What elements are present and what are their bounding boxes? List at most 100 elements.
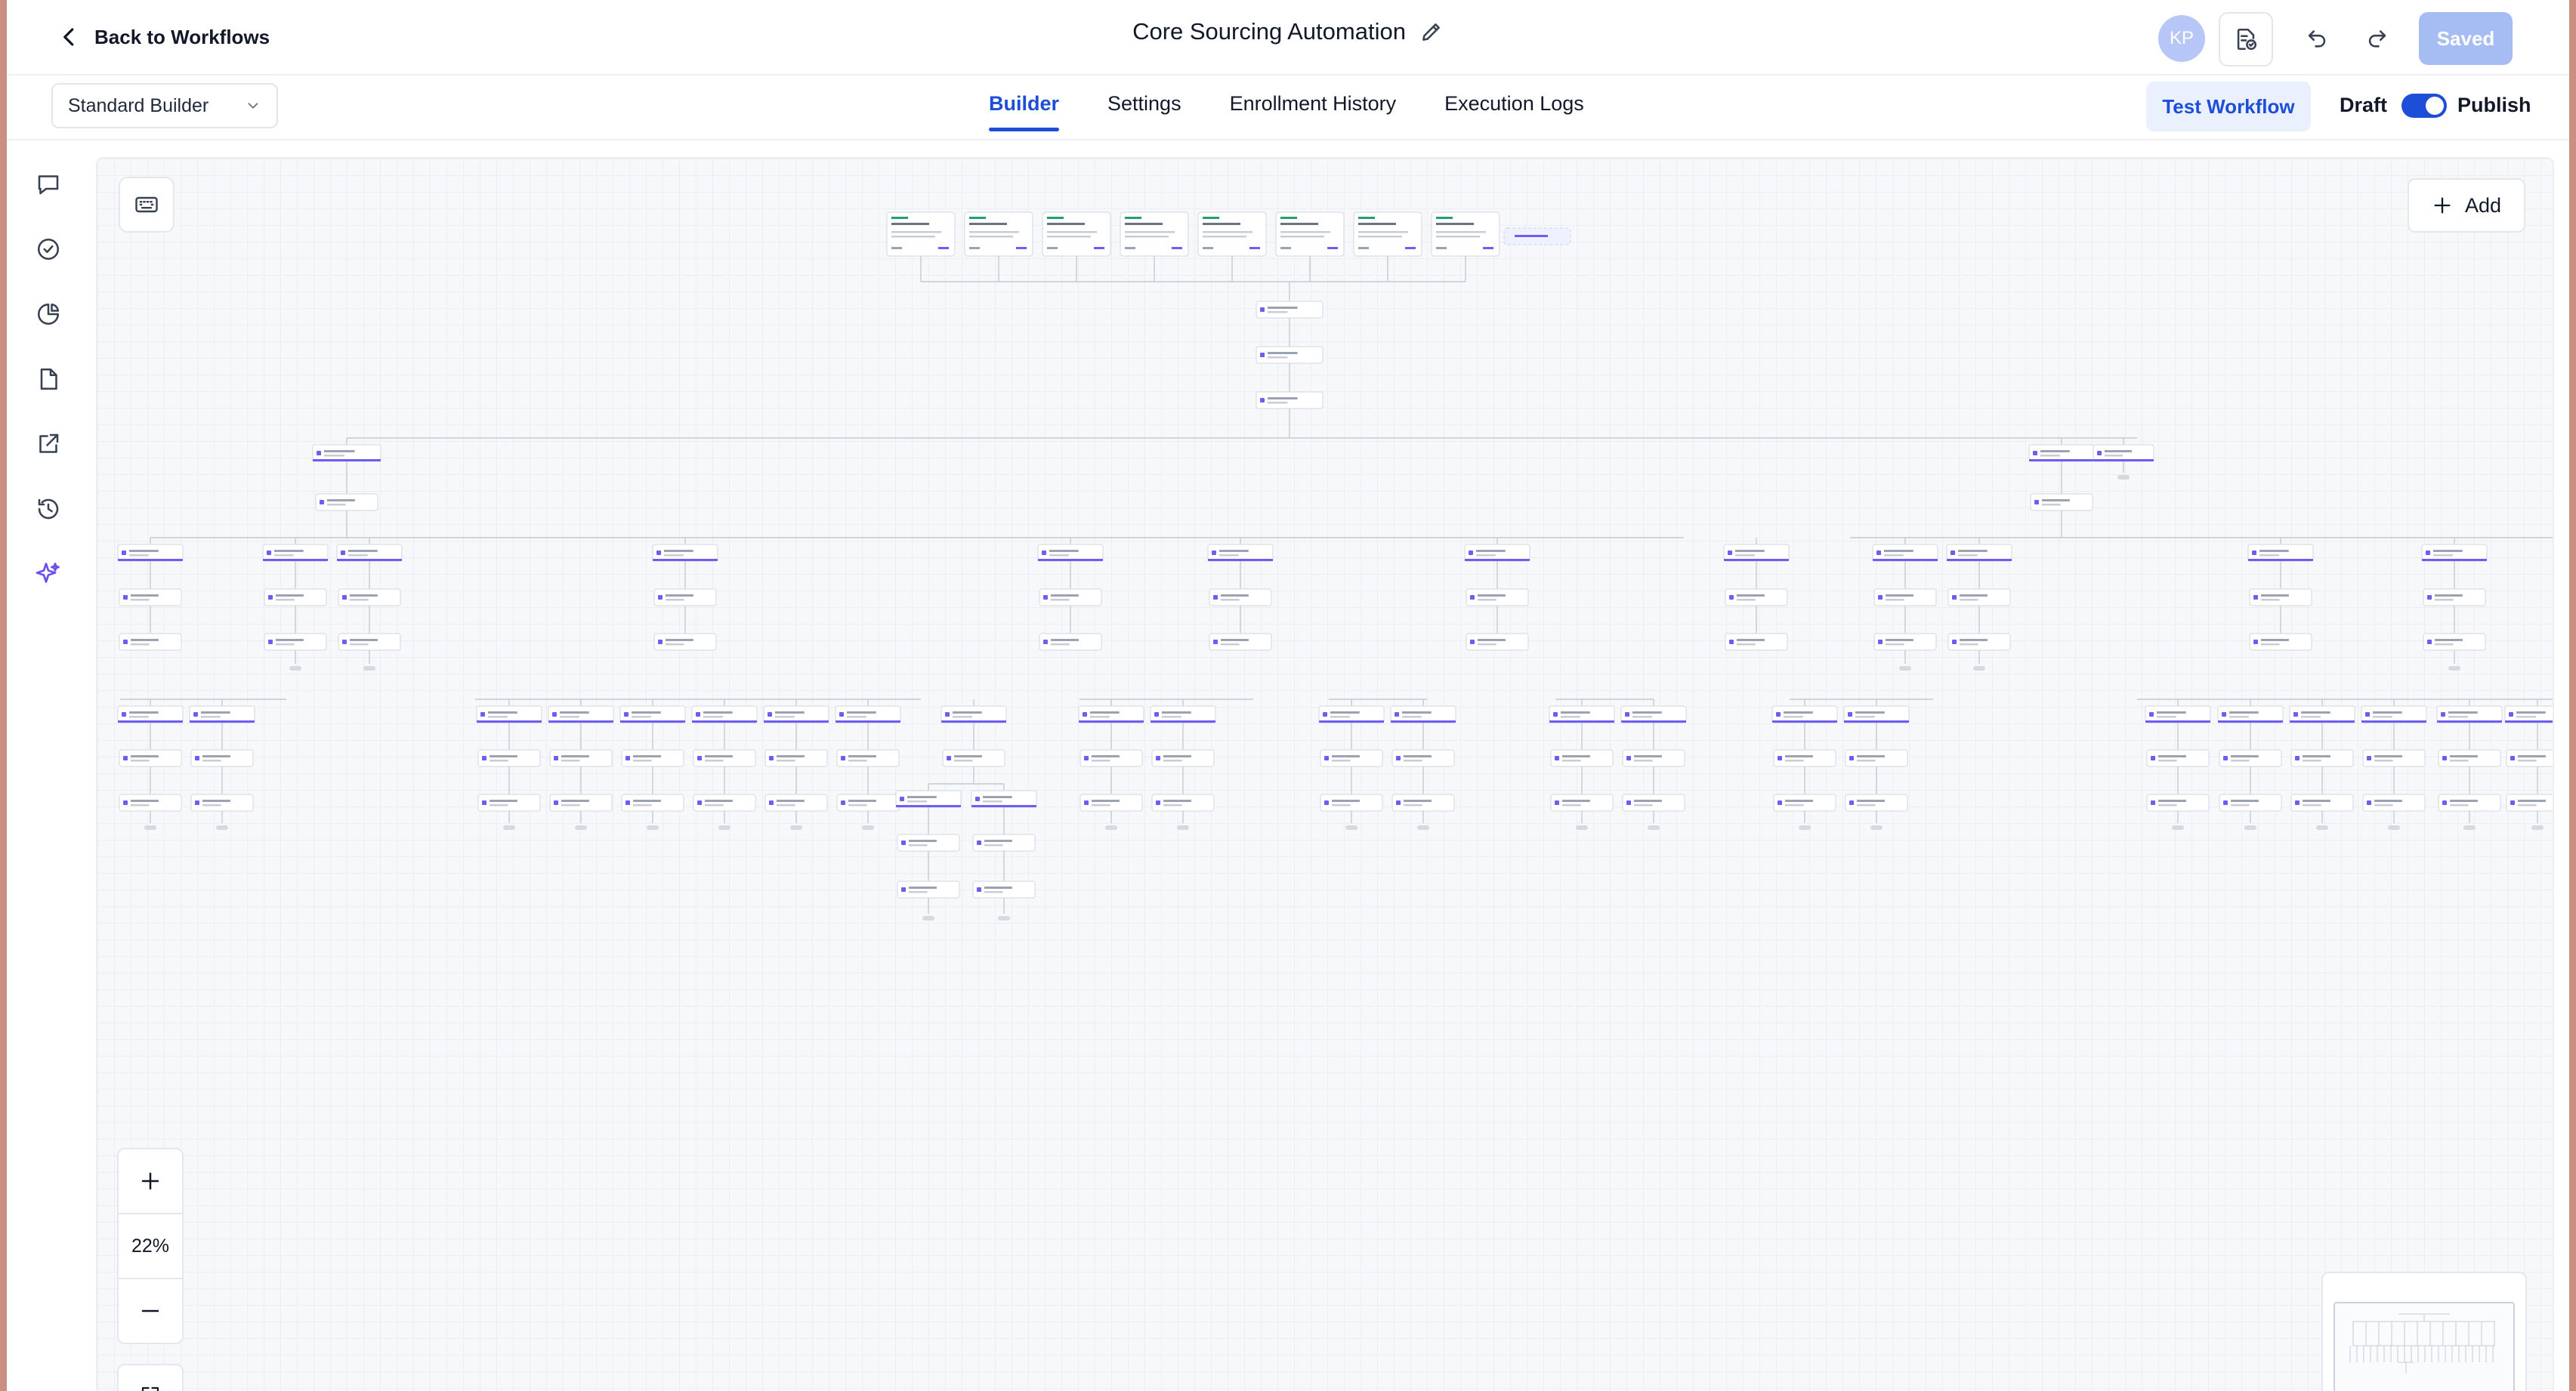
zoom-out-button[interactable]: [119, 1279, 182, 1343]
node-icon: [1156, 800, 1160, 805]
node-text-line: [1280, 236, 1324, 238]
node-text-line: [1163, 804, 1182, 807]
node-icon: [624, 712, 629, 717]
node-text-line: [1051, 639, 1079, 641]
tab-settings[interactable]: Settings: [1107, 92, 1181, 131]
node-text-line: [666, 599, 684, 601]
node-link: [1249, 247, 1260, 249]
sidebar-item-ai[interactable]: [33, 559, 63, 589]
branch-node: [2028, 444, 2095, 462]
node-text-line: [274, 554, 294, 557]
node-text-line: [1268, 352, 1298, 354]
node-icon: [1626, 800, 1631, 805]
node-icon: [123, 756, 128, 760]
action-node: [2362, 749, 2426, 767]
node-text-line: [1221, 643, 1240, 646]
branch-node: [2436, 705, 2503, 723]
node-text-line: [1632, 711, 1662, 714]
keyboard-shortcuts-button[interactable]: [119, 177, 175, 233]
workflow-canvas[interactable]: Add 22%: [96, 157, 2554, 1391]
branch-node: [1620, 705, 1687, 723]
back-to-workflows-button[interactable]: Back to Workflows: [58, 20, 270, 54]
fit-view-button[interactable]: [117, 1364, 184, 1391]
node-text-line: [1634, 755, 1662, 757]
publish-toggle[interactable]: [2401, 94, 2447, 118]
node-text-line: [2450, 804, 2469, 807]
saved-button[interactable]: Saved: [2419, 12, 2513, 65]
node-text-line: [1562, 804, 1581, 807]
action-node: [2423, 633, 2486, 651]
node-text-line: [777, 760, 795, 762]
branch-node-accent: [1038, 559, 1103, 561]
action-node: [1466, 633, 1529, 651]
branch-node-accent: [2290, 720, 2355, 723]
branch-node: [2421, 544, 2488, 562]
node-text-line: [348, 550, 378, 552]
tab-execution-logs[interactable]: Execution Logs: [1444, 92, 1584, 131]
node-icon: [195, 756, 199, 760]
node-text-line: [350, 599, 369, 601]
node-icon: [1213, 595, 1218, 600]
sidebar-item-documents[interactable]: [33, 364, 63, 394]
node-icon: [2223, 800, 2228, 805]
builder-mode-select[interactable]: Standard Builder: [51, 83, 278, 128]
node-text-line: [1886, 639, 1913, 641]
branch-node: [941, 705, 1007, 723]
minimap[interactable]: [2321, 1272, 2527, 1391]
action-node: [1845, 749, 1908, 767]
branch-node-accent: [2029, 459, 2094, 461]
sidebar-item-tasks[interactable]: [33, 234, 63, 264]
branch-node-accent: [263, 559, 328, 561]
branch-node: [2217, 705, 2284, 723]
node-text-line: [907, 800, 927, 803]
undo-button[interactable]: [2291, 12, 2343, 63]
zoom-controls: 22%: [117, 1148, 184, 1344]
node-text-line: [1958, 550, 1988, 552]
branch-node: [1390, 705, 1456, 723]
action-node: [190, 749, 254, 767]
node-icon: [123, 595, 128, 600]
node-icon: [554, 756, 558, 760]
user-avatar[interactable]: KP: [2158, 15, 2205, 62]
action-node: [1550, 749, 1614, 767]
node-text-line: [2261, 599, 2280, 601]
sidebar-item-analytics[interactable]: [33, 299, 63, 329]
add-node-button[interactable]: Add: [2408, 178, 2525, 233]
sidebar-item-comments[interactable]: [33, 169, 63, 199]
node-icon: [122, 712, 126, 717]
node-icon: [1323, 712, 1327, 717]
sidebar-item-external[interactable]: [33, 429, 63, 459]
redo-button[interactable]: [2352, 12, 2403, 63]
action-node: [1039, 588, 1102, 606]
action-node: [1209, 588, 1272, 606]
node-icon: [195, 800, 199, 805]
node-text-line: [1478, 643, 1496, 646]
tab-builder[interactable]: Builder: [989, 92, 1060, 131]
test-workflow-button[interactable]: Test Workflow: [2146, 82, 2311, 131]
node-text-line: [202, 804, 221, 807]
node-text-line: [775, 716, 795, 718]
branch-node-accent: [548, 720, 613, 723]
action-node: [1209, 633, 1272, 651]
node-link: [1094, 247, 1104, 249]
edit-pencil-icon[interactable]: [1419, 20, 1444, 44]
node-text-line: [490, 760, 508, 762]
node-icon: [2510, 800, 2515, 805]
node-text-line: [201, 716, 221, 718]
node-text-line: [2374, 760, 2393, 762]
node-text-line: [705, 755, 733, 757]
tab-enrollment-history[interactable]: Enrollment History: [1230, 92, 1397, 131]
sidebar-item-history[interactable]: [33, 494, 63, 524]
node-text-line: [327, 499, 355, 501]
node-text-line: [2042, 499, 2070, 501]
node-icon: [1260, 398, 1265, 402]
version-history-button[interactable]: [2219, 12, 2273, 66]
zoom-in-button[interactable]: [119, 1149, 182, 1214]
node-icon: [1396, 800, 1401, 805]
node-icon: [1324, 800, 1329, 805]
node-icon: [122, 551, 126, 555]
node-text-line: [131, 643, 150, 646]
node-text-line: [1203, 223, 1240, 225]
node-text-line: [1330, 716, 1350, 718]
node-text-line: [1436, 236, 1480, 238]
